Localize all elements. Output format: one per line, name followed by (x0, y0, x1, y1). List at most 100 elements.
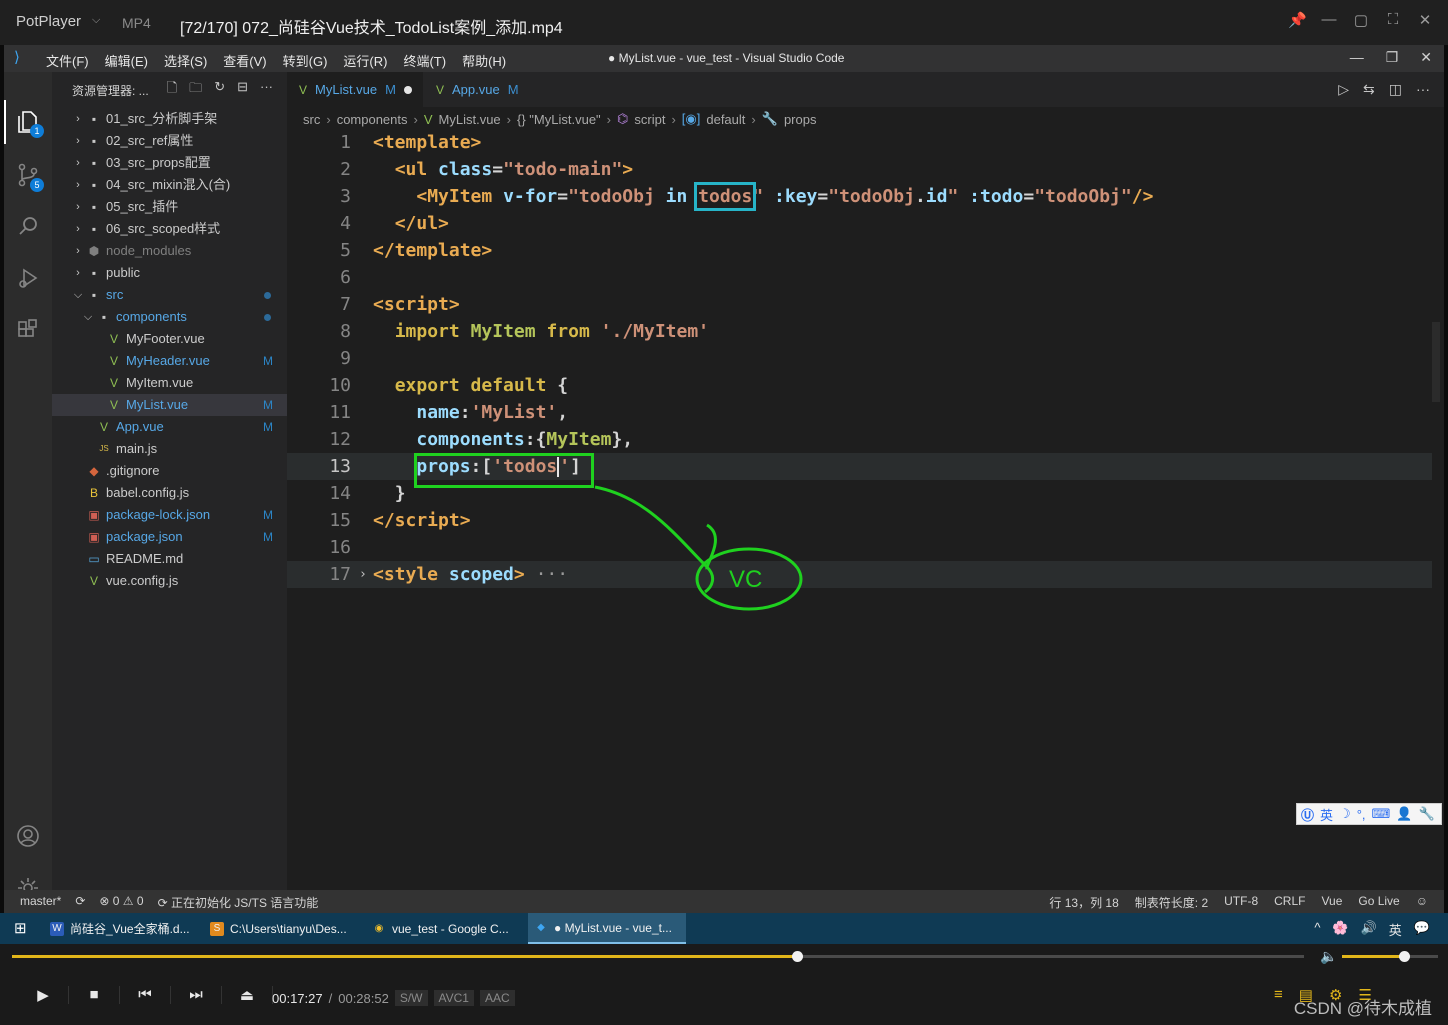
maximize-button[interactable]: ▢ (1352, 11, 1370, 29)
ime-lang[interactable]: 英 (1320, 805, 1333, 824)
fold-chevron-icon[interactable]: › (359, 561, 367, 588)
tab-mylist-vue[interactable]: V MyList.vue M (287, 72, 423, 107)
more-actions-icon[interactable]: ··· (260, 79, 273, 101)
code-view[interactable]: 1 <template> 2 <ul class="todo-main"> 3 <… (287, 129, 1432, 588)
file-item[interactable]: Vvue.config.js (52, 570, 287, 592)
render-tag[interactable]: S/W (394, 990, 428, 1006)
file-item[interactable]: V App.vue M (52, 416, 287, 438)
collapse-all-icon[interactable]: ⊟ (237, 79, 248, 101)
folder-item[interactable]: › ▪ 04_src_mixin混入(合) (52, 174, 287, 196)
tab-app-vue[interactable]: V App.vue M (424, 72, 534, 107)
ime-punct-icon[interactable]: °, (1357, 807, 1366, 822)
tab-size[interactable]: 制表符长度: 2 (1135, 894, 1208, 911)
volume-icon[interactable]: 🔊 (1361, 920, 1377, 939)
encoding[interactable]: UTF-8 (1224, 894, 1258, 911)
menu-terminal[interactable]: 终端(T) (403, 51, 446, 70)
file-item[interactable]: V MyFooter.vue (52, 328, 287, 350)
code-line[interactable]: 6 (287, 264, 1432, 291)
code-line[interactable]: 17 › <style scoped> ··· (287, 561, 1432, 588)
seek-handle[interactable] (792, 951, 804, 962)
folder-item[interactable]: › ▪ 01_src_分析脚手架 (52, 108, 287, 130)
search-icon[interactable] (14, 214, 42, 242)
code-line[interactable]: 16 (287, 534, 1432, 561)
seek-bar[interactable] (12, 951, 1304, 962)
sync-icon[interactable]: ⟳ (75, 894, 85, 911)
vscode-restore-button[interactable]: ❐ (1386, 49, 1399, 66)
audio-codec-tag[interactable]: AAC (479, 990, 515, 1006)
run-debug-icon[interactable] (14, 266, 42, 294)
player-brand[interactable]: PotPlayer (16, 13, 81, 30)
vscode-close-button[interactable]: ✕ (1420, 49, 1432, 66)
ime-keyboard-icon[interactable]: ⌨ (1372, 806, 1391, 822)
account-icon[interactable] (14, 824, 42, 852)
stop-button[interactable]: ■ (69, 986, 120, 1004)
go-live-button[interactable]: Go Live (1358, 894, 1399, 911)
code-line[interactable]: 4 </ul> (287, 210, 1432, 237)
chevron-right-icon[interactable]: › (72, 130, 84, 152)
file-item[interactable]: V MyHeader.vue M (52, 350, 287, 372)
branch-status[interactable]: master* (20, 894, 61, 911)
speaker-icon[interactable]: 🔈 (1320, 948, 1337, 965)
pin-icon[interactable]: 📌 (1288, 11, 1307, 29)
language-mode[interactable]: Vue (1321, 894, 1342, 911)
breadcrumb-default[interactable]: default (706, 112, 745, 127)
next-button[interactable]: ⏭ (171, 986, 222, 1004)
extensions-icon[interactable] (14, 318, 42, 346)
taskbar-item-sublime[interactable]: S C:\Users\tianyu\Des... (204, 913, 362, 944)
folder-item[interactable]: › ▪ public (52, 262, 287, 284)
chevron-right-icon[interactable]: › (72, 108, 84, 130)
menu-go[interactable]: 转到(G) (283, 51, 328, 70)
scrollbar[interactable] (1432, 322, 1440, 402)
code-line[interactable]: 15 </script> (287, 507, 1432, 534)
vscode-minimize-button[interactable]: — (1350, 49, 1364, 66)
file-item[interactable]: ▣ package-lock.json M (52, 504, 287, 526)
chevron-right-icon[interactable]: › (72, 174, 84, 196)
file-item[interactable]: JS main.js (52, 438, 287, 460)
file-item[interactable]: V MyList.vue M (52, 394, 287, 416)
feedback-icon[interactable]: ☺ (1416, 894, 1428, 911)
breadcrumb-file[interactable]: MyList.vue (439, 112, 501, 127)
folder-item[interactable]: › ▪ 06_src_scoped样式 (52, 218, 287, 240)
equalizer-icon[interactable]: ≡ (1274, 986, 1283, 1004)
line-ending[interactable]: CRLF (1274, 894, 1305, 911)
windows-start-icon[interactable]: ⊞ (14, 921, 30, 937)
taskbar-item-vscode[interactable]: ◆ ● MyList.vue - vue_t... (528, 913, 686, 944)
source-control-icon[interactable]: 5 (14, 162, 44, 192)
menu-run[interactable]: 运行(R) (343, 51, 387, 70)
code-line[interactable]: 1 <template> (287, 129, 1432, 156)
unsaved-dot-icon[interactable] (404, 85, 412, 94)
ime-settings-icon[interactable]: 🔧 (1418, 806, 1434, 822)
breadcrumb-props[interactable]: props (784, 112, 817, 127)
volume-slider[interactable] (1342, 951, 1438, 962)
fullscreen-button[interactable]: ⛶ (1384, 11, 1402, 29)
code-line[interactable]: 7 <script> (287, 291, 1432, 318)
chevron-down-icon[interactable]: ⌵ (82, 306, 94, 328)
close-button[interactable]: ✕ (1416, 11, 1434, 29)
eject-button[interactable]: ⏏ (222, 986, 273, 1004)
chevron-right-icon[interactable]: › (72, 262, 84, 284)
play-button[interactable]: ▶ (18, 986, 69, 1004)
breadcrumb-src[interactable]: src (303, 112, 320, 127)
input-language[interactable]: 英 (1389, 920, 1402, 939)
new-file-icon[interactable]: 🗋 (167, 79, 177, 101)
breadcrumb-object[interactable]: {} "MyList.vue" (517, 112, 601, 127)
ime-user-icon[interactable]: 👤 (1396, 806, 1412, 822)
menu-selection[interactable]: 选择(S) (164, 51, 207, 70)
explorer-icon[interactable]: 1 (14, 108, 44, 138)
breadcrumb-script[interactable]: script (634, 112, 665, 127)
more-actions-icon[interactable]: ··· (1416, 81, 1430, 98)
menu-view[interactable]: 查看(V) (223, 51, 266, 70)
notification-icon[interactable]: 💬 (1414, 920, 1430, 939)
tray-app-icon[interactable]: 🌸 (1332, 920, 1348, 939)
split-editor-icon[interactable]: ◫ (1389, 81, 1402, 98)
folder-item[interactable]: › ⬢ node_modules (52, 240, 287, 262)
volume-handle[interactable] (1399, 951, 1411, 962)
tray-expand-icon[interactable]: ^ (1314, 920, 1320, 939)
taskbar-item-word[interactable]: W 尚硅谷_Vue全家桶.d... (44, 913, 196, 944)
minimize-button[interactable]: — (1320, 11, 1338, 29)
code-line[interactable]: 3 <MyItem v-for="todoObj in todos" :key=… (287, 182, 1432, 211)
run-icon[interactable]: ▷ (1338, 81, 1349, 98)
folder-item[interactable]: › ▪ 03_src_props配置 (52, 152, 287, 174)
code-line[interactable]: 10 export default { (287, 372, 1432, 399)
folder-item[interactable]: ⌵ ▪ components (52, 306, 287, 328)
